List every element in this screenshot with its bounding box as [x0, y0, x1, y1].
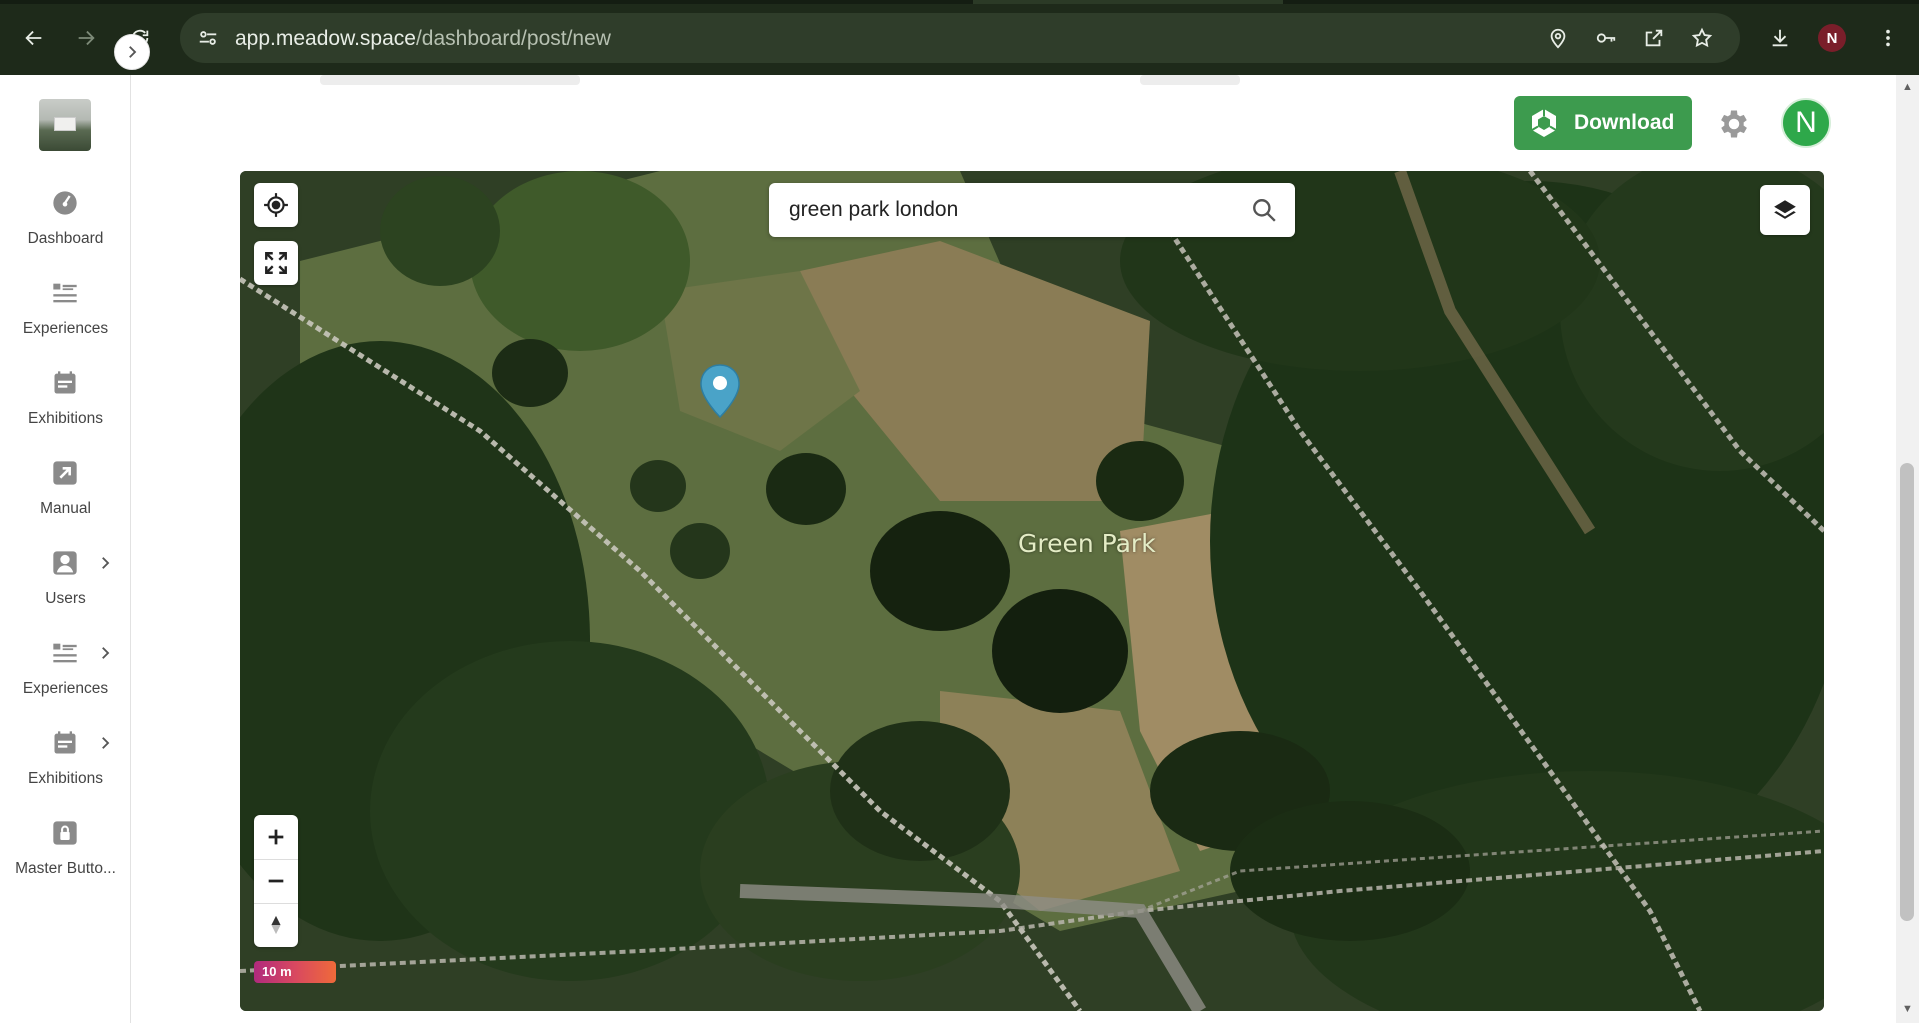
- sidebar-item-label: Master Butto...: [15, 860, 116, 877]
- layers-icon: [1774, 200, 1796, 219]
- sidebar-item-label: Users: [45, 590, 86, 607]
- site-info-icon[interactable]: [192, 22, 224, 54]
- user-icon: [50, 548, 80, 578]
- sidebar: Dashboard Experiences Exhibitions Manual…: [0, 75, 131, 1023]
- sidebar-item-experiences[interactable]: Experiences: [0, 278, 131, 358]
- list-icon: [50, 638, 80, 668]
- plus-icon: [268, 829, 284, 845]
- location-marker-icon[interactable]: [698, 363, 742, 419]
- arrow-right-icon: [78, 30, 95, 46]
- address-bar[interactable]: app.meadow.space/dashboard/post/new: [180, 13, 1740, 63]
- user-avatar[interactable]: N: [1781, 98, 1831, 148]
- map-place-label: Green Park: [1018, 529, 1156, 558]
- forward-button[interactable]: [66, 18, 106, 58]
- app-logo[interactable]: [39, 99, 91, 151]
- map-search-input[interactable]: [789, 195, 1229, 225]
- url-host: app.meadow.space: [235, 27, 416, 50]
- calendar-icon: [50, 368, 80, 398]
- unity-logo-icon: [1531, 109, 1557, 137]
- list-icon: [50, 278, 80, 308]
- sidebar-item-label: Manual: [40, 500, 91, 517]
- downloads-button[interactable]: [1760, 18, 1800, 58]
- sidebar-item-dashboard[interactable]: Dashboard: [0, 188, 131, 268]
- map-search-box[interactable]: [769, 183, 1295, 237]
- browser-menu-button[interactable]: [1868, 18, 1908, 58]
- compass-button[interactable]: [254, 903, 298, 947]
- password-key-icon[interactable]: [1590, 22, 1622, 54]
- dashboard-icon: [50, 188, 80, 218]
- back-button[interactable]: [14, 18, 54, 58]
- sidebar-item-exhibitions-group[interactable]: Exhibitions: [0, 728, 131, 808]
- zoom-in-button[interactable]: [254, 815, 298, 859]
- search-icon[interactable]: [1251, 197, 1277, 223]
- url-text[interactable]: app.meadow.space/dashboard/post/new: [235, 27, 611, 51]
- sidebar-item-exhibitions[interactable]: Exhibitions: [0, 368, 131, 448]
- url-path: /dashboard/post/new: [415, 27, 611, 50]
- crosshair-icon: [264, 193, 288, 217]
- map-view[interactable]: Green Park 10 m: [240, 171, 1824, 1011]
- profile-avatar[interactable]: N: [1818, 24, 1846, 52]
- sidebar-item-users[interactable]: Users: [0, 548, 131, 628]
- sidebar-item-label: Experiences: [22, 320, 109, 337]
- satellite-imagery: [240, 171, 1824, 1011]
- sidebar-collapse-button[interactable]: [114, 34, 150, 70]
- sidebar-item-master-buttons[interactable]: Master Butto...: [0, 818, 131, 898]
- open-in-app-icon[interactable]: [1638, 22, 1670, 54]
- external-link-icon: [50, 458, 80, 488]
- download-icon: [1772, 29, 1788, 47]
- scroll-down-arrow[interactable]: ▼: [1901, 1003, 1914, 1016]
- bookmark-star-icon[interactable]: [1686, 22, 1718, 54]
- scrollbar-thumb[interactable]: [1900, 463, 1914, 921]
- layers-button[interactable]: [1760, 185, 1810, 235]
- scrolled-content-hint: [320, 75, 580, 85]
- sidebar-item-label: Experiences: [22, 680, 109, 697]
- chevron-right-icon[interactable]: [96, 554, 114, 577]
- tab-strip: [0, 0, 1919, 4]
- location-icon[interactable]: [1542, 22, 1574, 54]
- download-label: Download: [1574, 111, 1675, 134]
- kebab-menu-icon: [1886, 29, 1890, 47]
- scrolled-content-hint: [1140, 75, 1240, 85]
- settings-button[interactable]: [1716, 106, 1752, 142]
- lock-icon: [50, 818, 80, 848]
- gear-icon: [1721, 110, 1747, 138]
- fullscreen-button[interactable]: [254, 241, 298, 285]
- scroll-up-arrow[interactable]: ▲: [1901, 81, 1914, 94]
- compass-icon: [271, 915, 281, 935]
- download-button[interactable]: Download: [1514, 96, 1692, 150]
- calendar-icon: [50, 728, 80, 758]
- sidebar-item-label: Exhibitions: [28, 770, 103, 787]
- active-tab-edge[interactable]: [973, 0, 1283, 4]
- map-scale: 10 m: [254, 961, 336, 983]
- sidebar-item-label: Exhibitions: [28, 410, 103, 427]
- sidebar-item-label: Dashboard: [27, 230, 104, 247]
- chevron-right-icon: [129, 46, 137, 58]
- chevron-right-icon[interactable]: [96, 644, 114, 667]
- sidebar-item-experiences-group[interactable]: Experiences: [0, 638, 131, 718]
- sidebar-item-manual[interactable]: Manual: [0, 458, 131, 538]
- zoom-controls: [254, 815, 298, 947]
- arrow-left-icon: [25, 30, 42, 46]
- zoom-out-button[interactable]: [254, 859, 298, 903]
- expand-icon: [265, 252, 287, 274]
- minus-icon: [268, 879, 284, 883]
- chevron-right-icon[interactable]: [96, 734, 114, 757]
- page-scrollbar[interactable]: ▲ ▼: [1896, 75, 1919, 1023]
- browser-toolbar: app.meadow.space/dashboard/post/new N: [0, 0, 1919, 75]
- locate-me-button[interactable]: [254, 183, 298, 227]
